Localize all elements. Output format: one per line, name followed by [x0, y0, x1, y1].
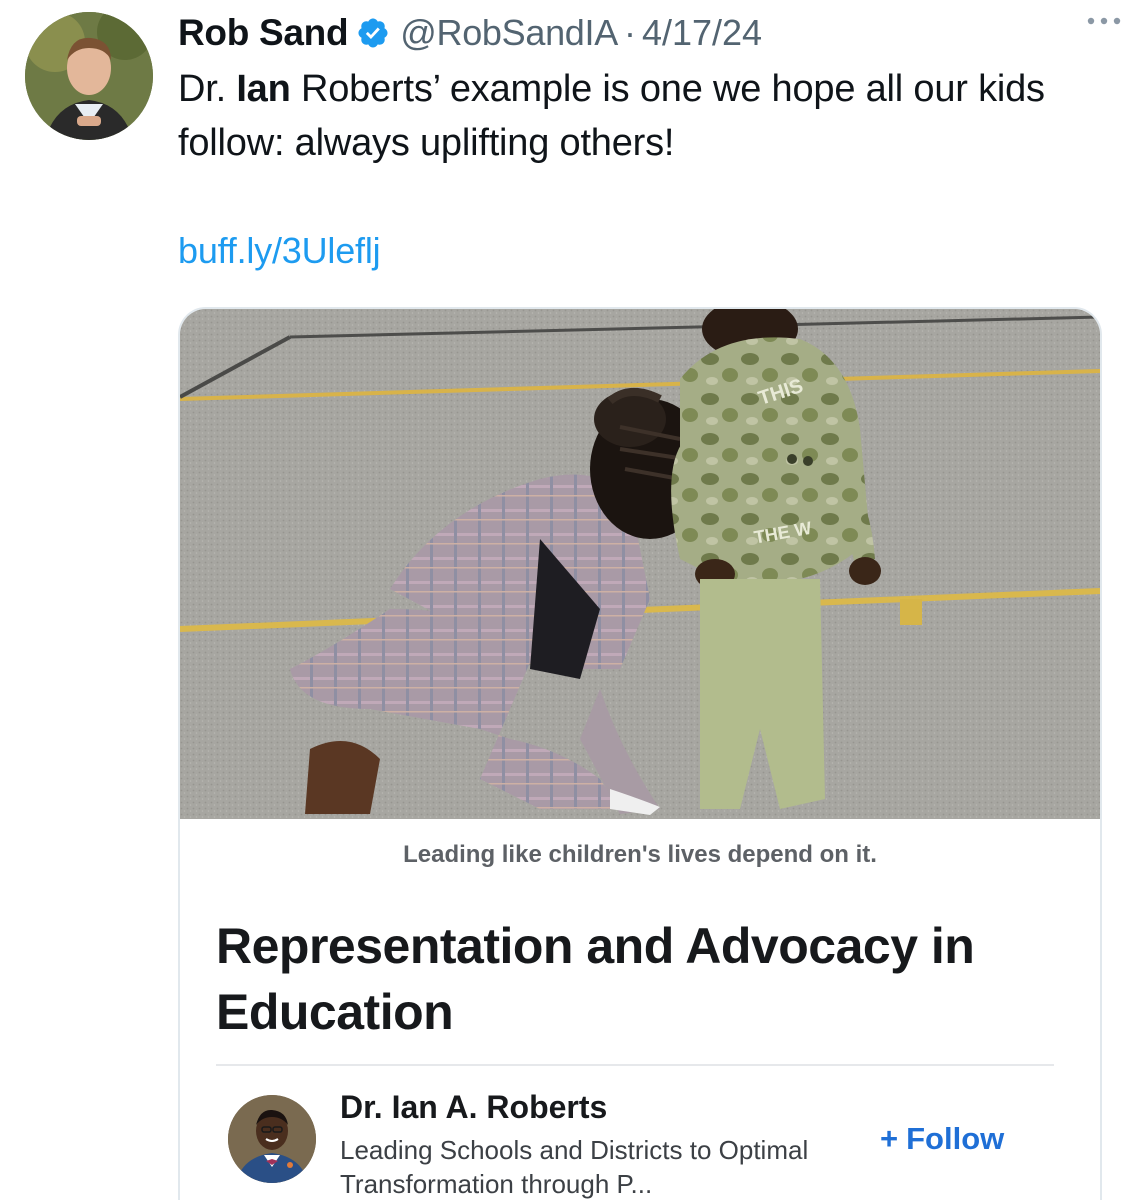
display-name[interactable]: Rob Sand — [178, 12, 349, 54]
follow-button[interactable]: + Follow — [880, 1121, 1004, 1157]
plus-icon: + — [880, 1121, 899, 1156]
more-options-icon[interactable] — [1085, 14, 1123, 28]
separator-dot: · — [623, 12, 636, 53]
user-handle[interactable]: @RobSandIA — [400, 12, 618, 54]
tweet-header: Rob Sand @RobSandIA · 4/17/24 — [178, 8, 1095, 58]
card-title[interactable]: Representation and Advocacy in Education — [216, 913, 1076, 1045]
card-image[interactable]: THIS THE W — [180, 309, 1100, 819]
follow-label: Follow — [906, 1121, 1005, 1156]
link-preview-card[interactable]: THIS THE W Leading like children's lives… — [178, 307, 1102, 1200]
card-divider — [216, 1064, 1054, 1066]
tweet-date[interactable]: 4/17/24 — [642, 12, 762, 54]
card-author-name[interactable]: Dr. Ian A. Roberts — [340, 1089, 607, 1126]
tweet-text: Dr. Ian Roberts’ example is one we hope … — [178, 62, 1098, 170]
tweet[interactable]: Rob Sand @RobSandIA · 4/17/24 Dr. Ian Ro… — [0, 0, 1125, 1200]
verified-badge-icon — [356, 16, 390, 50]
tweet-link[interactable]: buff.ly/3Uleflj — [178, 230, 381, 272]
author-avatar[interactable] — [25, 12, 153, 140]
tweet-text-rest: Roberts’ example is one we hope all our … — [178, 68, 1045, 164]
tweet-text-bold: Ian — [236, 68, 291, 110]
card-author-avatar[interactable] — [228, 1095, 316, 1183]
card-caption: Leading like children's lives depend on … — [403, 841, 877, 868]
tweet-text-prefix: Dr. — [178, 68, 237, 110]
card-author-tagline: Leading Schools and Districts to Optimal… — [340, 1135, 809, 1199]
